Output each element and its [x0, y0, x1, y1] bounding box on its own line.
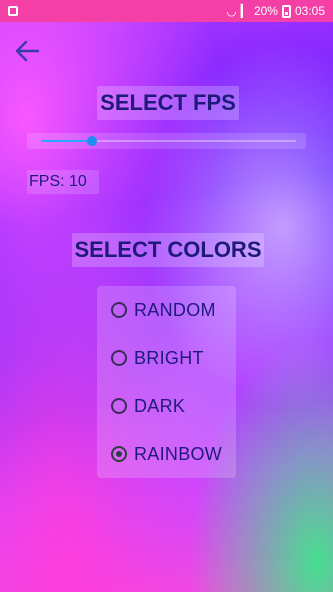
fps-slider-track[interactable]	[41, 136, 296, 146]
radio-option-dark[interactable]: DARK	[111, 391, 185, 421]
radio-option-bright[interactable]: BRIGHT	[111, 343, 204, 373]
radio-button-checked-icon[interactable]	[111, 446, 127, 462]
battery-icon	[281, 4, 291, 18]
status-left	[8, 6, 18, 16]
battery-percent: 20%	[253, 4, 278, 18]
arrow-left-icon	[15, 40, 40, 62]
radio-label: DARK	[134, 395, 186, 416]
fps-slider-thumb[interactable]	[87, 136, 97, 146]
shopping-bag-icon	[8, 6, 18, 16]
radio-label: RAINBOW	[134, 443, 223, 464]
color-radio-group: RANDOM BRIGHT DARK RAINBOW	[97, 286, 236, 478]
status-bar: ◡ ▎ 20% 03:05	[0, 0, 333, 22]
radio-option-rainbow[interactable]: RAINBOW	[111, 439, 222, 469]
radio-label: BRIGHT	[134, 347, 204, 368]
radio-option-random[interactable]: RANDOM	[111, 295, 216, 325]
clock: 03:05	[294, 4, 325, 18]
radio-label: RANDOM	[134, 299, 216, 320]
radio-button-icon[interactable]	[111, 398, 127, 414]
select-colors-title: SELECT COLORS	[72, 233, 264, 267]
select-fps-title: SELECT FPS	[97, 86, 239, 120]
status-right: ◡ ▎ 20% 03:05	[226, 4, 325, 18]
back-button[interactable]	[12, 36, 42, 66]
fps-value-label: FPS: 10	[27, 170, 99, 194]
signal-icon: ▎	[240, 4, 250, 18]
radio-button-icon[interactable]	[111, 302, 127, 318]
fps-slider-fill	[41, 140, 92, 142]
fps-slider[interactable]	[27, 133, 306, 149]
radio-button-icon[interactable]	[111, 350, 127, 366]
wifi-icon: ◡	[226, 4, 237, 18]
